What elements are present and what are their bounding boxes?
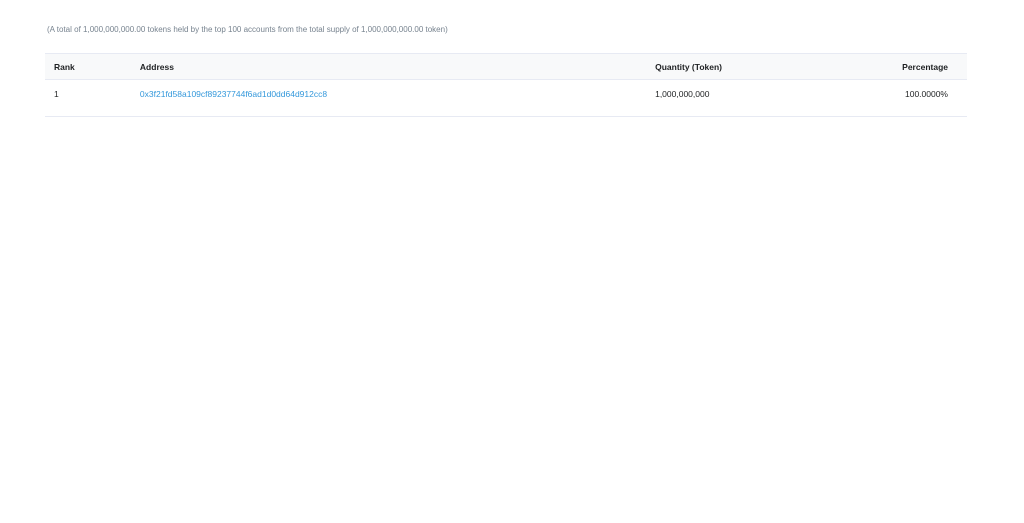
holders-summary: (A total of 1,000,000,000.00 tokens held… bbox=[47, 25, 448, 34]
column-header-address: Address bbox=[139, 61, 174, 72]
table-header-row: Rank Address Quantity (Token) Percentage bbox=[45, 53, 967, 80]
cell-rank: 1 bbox=[54, 89, 59, 99]
cell-address: 0x3f21fd58a109cf89237744f6ad1d0dd64d912c… bbox=[131, 80, 646, 117]
cell-percentage: 100.0000% bbox=[904, 89, 948, 99]
table-row: 1 0x3f21fd58a109cf89237744f6ad1d0dd64d91… bbox=[45, 80, 967, 117]
token-holders-page: (A total of 1,000,000,000.00 tokens held… bbox=[0, 0, 1024, 523]
cell-quantity: 1,000,000,000 bbox=[655, 89, 710, 99]
holders-table: Rank Address Quantity (Token) Percentage… bbox=[45, 53, 967, 117]
column-header-quantity: Quantity (Token) bbox=[655, 61, 722, 72]
column-header-percentage: Percentage bbox=[902, 61, 948, 72]
holder-address-link[interactable]: 0x3f21fd58a109cf89237744f6ad1d0dd64d912c… bbox=[140, 89, 327, 99]
table-header: Rank Address Quantity (Token) Percentage bbox=[45, 53, 967, 80]
table-body: 1 0x3f21fd58a109cf89237744f6ad1d0dd64d91… bbox=[45, 80, 967, 117]
column-header-rank: Rank bbox=[54, 61, 75, 72]
